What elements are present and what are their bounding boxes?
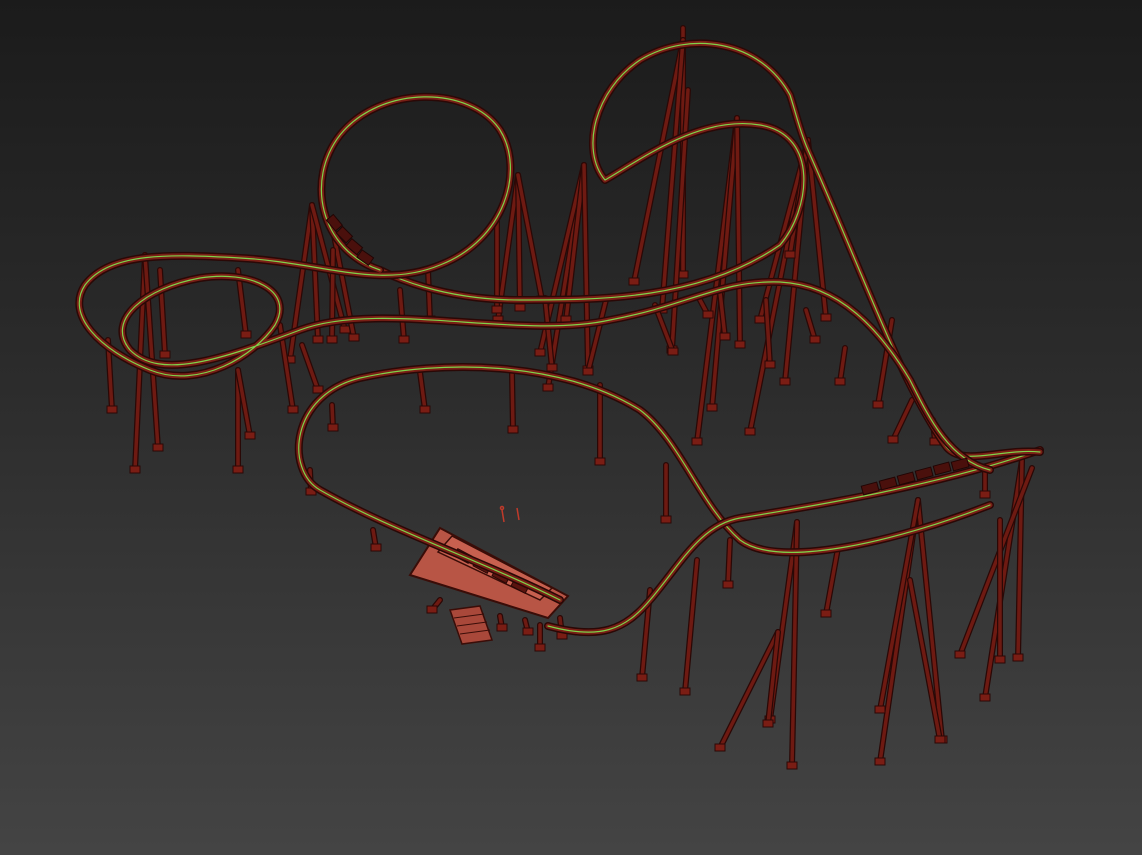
support-footing (507, 425, 519, 434)
support-column (418, 370, 427, 412)
support-footing (287, 405, 299, 414)
track-vertical-loop-rail (78, 96, 991, 471)
support-footing (679, 687, 691, 696)
support-footing (874, 705, 886, 714)
support-footing (834, 377, 846, 386)
support-footing (979, 693, 991, 702)
support-footing (312, 335, 324, 344)
support-column (824, 546, 840, 616)
support-footing (582, 367, 594, 376)
support-column (838, 346, 847, 384)
track-lift-hill (377, 40, 1043, 459)
support-footing (240, 330, 252, 339)
support-footing (954, 650, 966, 659)
support-footing (152, 443, 164, 452)
support-footing (722, 580, 734, 589)
track-vertical-loop (76, 94, 993, 473)
roller-coaster-wireframe-scene[interactable] (0, 0, 1142, 855)
support-footing (542, 383, 554, 392)
support-footing (370, 543, 382, 552)
support-column (916, 498, 944, 742)
support-footing (534, 348, 546, 357)
support-footing (820, 313, 832, 322)
support-footing (784, 250, 796, 259)
support-footing (327, 423, 339, 432)
support-footing (719, 332, 731, 341)
support-footing (744, 427, 756, 436)
support-column (426, 268, 432, 322)
support-footing (348, 333, 360, 342)
support-footing (764, 360, 776, 369)
support-footing (159, 350, 171, 359)
station-stairs (448, 605, 494, 645)
support-footing (514, 303, 526, 312)
support-footing (762, 719, 774, 728)
support-columns (105, 25, 1035, 770)
support-footing (546, 363, 558, 372)
support-column (510, 370, 515, 432)
scale-figure-icon (499, 505, 520, 523)
track-vertical-loop-underside (75, 92, 994, 474)
support-footing (398, 335, 410, 344)
support-footing (326, 335, 338, 344)
support-footing (594, 457, 606, 466)
support-footing (691, 437, 703, 446)
support-footing (702, 310, 714, 319)
support-footing (106, 405, 118, 414)
support-column (300, 343, 320, 392)
support-footing (706, 403, 718, 412)
support-column (891, 398, 914, 442)
track-lift-hill-rail (379, 42, 1041, 457)
support-footing (339, 325, 351, 334)
support-footing (820, 609, 832, 618)
support-footing (809, 335, 821, 344)
support-footing (994, 655, 1006, 664)
support-column (683, 558, 699, 694)
support-footing (232, 465, 244, 474)
support-column (586, 298, 608, 374)
support-column (158, 268, 167, 357)
support-footing (979, 490, 991, 499)
support-footing (660, 515, 672, 524)
support-footing (934, 735, 946, 744)
support-footing (714, 743, 726, 752)
support-column (710, 116, 739, 410)
support-column (330, 248, 335, 342)
track-lift-hill-underside (376, 39, 1044, 461)
support-column (726, 538, 732, 587)
support-footing (786, 761, 798, 770)
3d-viewport[interactable] (0, 0, 1142, 855)
support-footing (419, 405, 431, 414)
support-column (143, 253, 160, 450)
support-footing (887, 435, 899, 444)
support-footing (534, 643, 546, 652)
support-footing (522, 627, 534, 636)
support-footing (754, 315, 766, 324)
support-footing (779, 377, 791, 386)
roller-coaster-track (75, 39, 1044, 637)
support-footing (872, 400, 884, 409)
support-footing (491, 305, 503, 314)
support-footing (426, 605, 438, 614)
support-footing (244, 431, 256, 440)
support-footing (129, 465, 141, 474)
support-footing (667, 347, 679, 356)
support-footing (636, 673, 648, 682)
support-footing (496, 623, 508, 632)
support-footing (312, 385, 324, 394)
support-footing (1012, 653, 1024, 662)
support-footing (628, 277, 640, 286)
support-footing (734, 340, 746, 349)
support-footing (874, 757, 886, 766)
